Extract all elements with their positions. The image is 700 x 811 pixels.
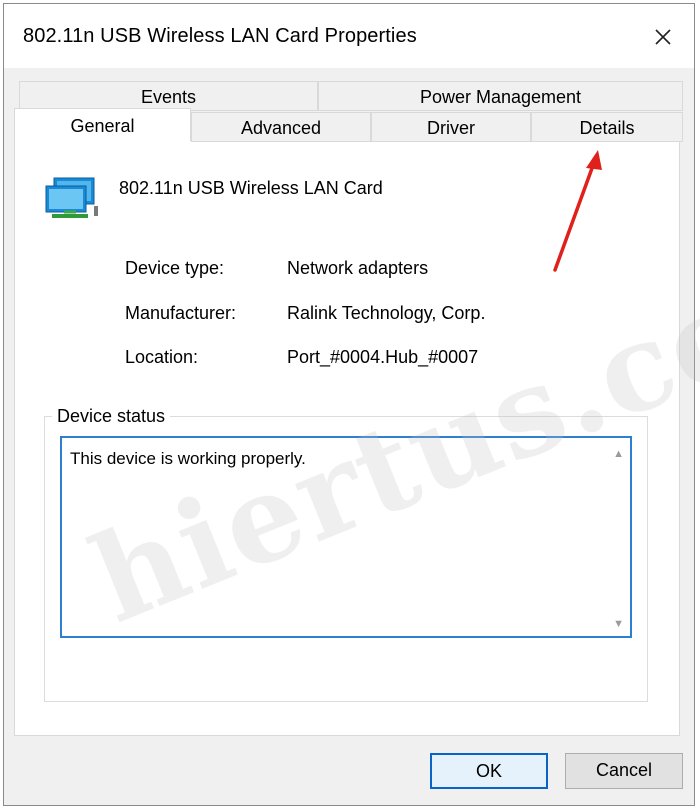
title-bar: 802.11n USB Wireless LAN Card Properties [4,4,694,68]
location-value: Port_#0004.Hub_#0007 [287,347,479,367]
manufacturer-value: Ralink Technology, Corp. [287,303,486,323]
location-label: Location: [125,347,199,367]
scroll-down-icon[interactable]: ▼ [613,618,624,630]
device-status-textbox[interactable]: This device is working properly. ▲ ▼ [60,436,632,638]
tab-details[interactable]: Details [531,112,683,142]
device-type-value: Network adapters [287,258,429,278]
window-title: 802.11n USB Wireless LAN Card Properties [23,25,417,47]
tab-power-management[interactable]: Power Management [318,81,683,111]
device-status-label: Device status [52,406,171,427]
tab-events[interactable]: Events [19,81,318,111]
tab-general[interactable]: General [14,108,191,141]
device-type-label: Device type: [125,258,225,278]
scroll-up-icon[interactable]: ▲ [613,448,624,460]
network-adapter-icon [44,176,100,222]
close-icon[interactable] [646,20,680,54]
ok-button[interactable]: OK [430,753,548,789]
device-name: 802.11n USB Wireless LAN Card [119,178,383,198]
device-status-text: This device is working properly. [70,449,306,468]
manufacturer-label: Manufacturer: [125,303,237,323]
tab-advanced[interactable]: Advanced [191,112,371,142]
cancel-button[interactable]: Cancel [565,753,683,789]
tab-driver[interactable]: Driver [371,112,531,142]
